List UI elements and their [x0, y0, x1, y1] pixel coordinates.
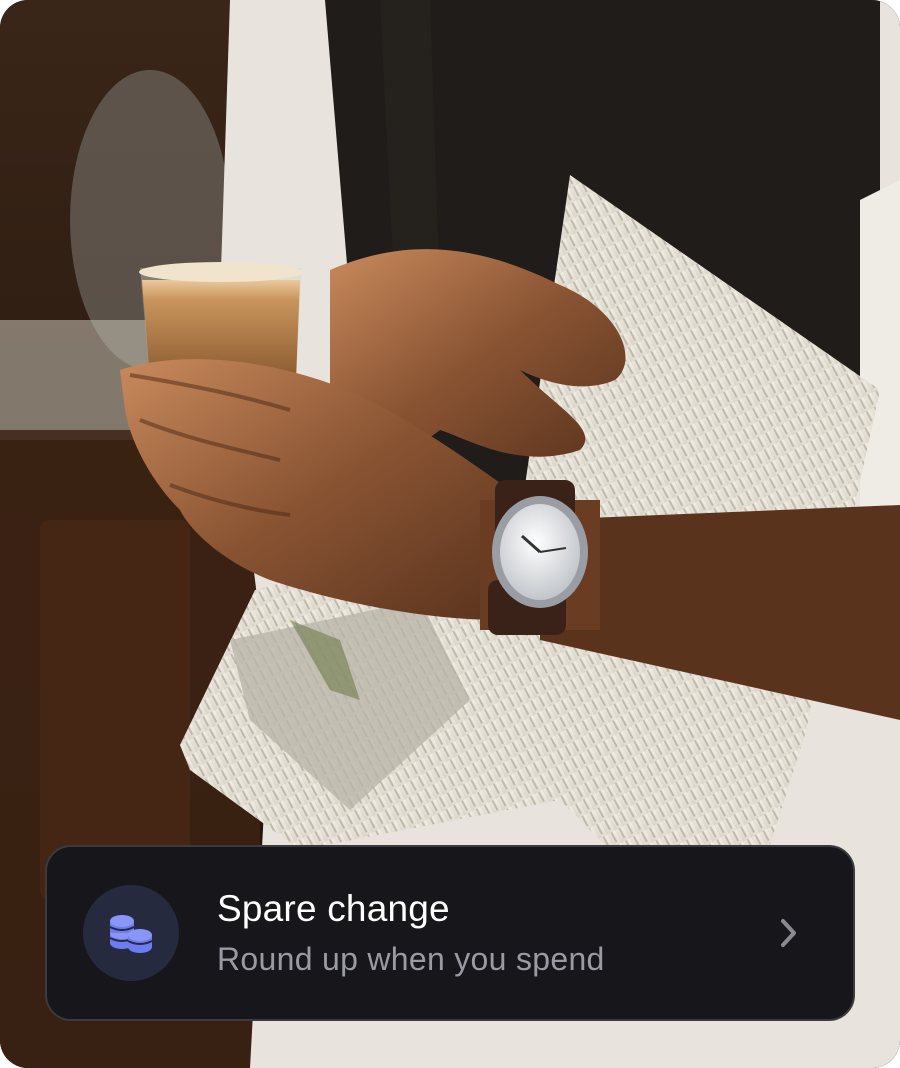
promo-frame: Spare change Round up when you spend — [0, 0, 900, 1068]
coins-icon — [109, 915, 153, 953]
card-text: Spare change Round up when you spend — [217, 887, 769, 979]
spare-change-card[interactable]: Spare change Round up when you spend — [45, 845, 855, 1021]
card-title: Spare change — [217, 888, 450, 929]
coins-icon-container — [83, 885, 179, 981]
chevron-right-icon[interactable] — [769, 913, 809, 953]
card-subtitle: Round up when you spend — [217, 941, 605, 977]
